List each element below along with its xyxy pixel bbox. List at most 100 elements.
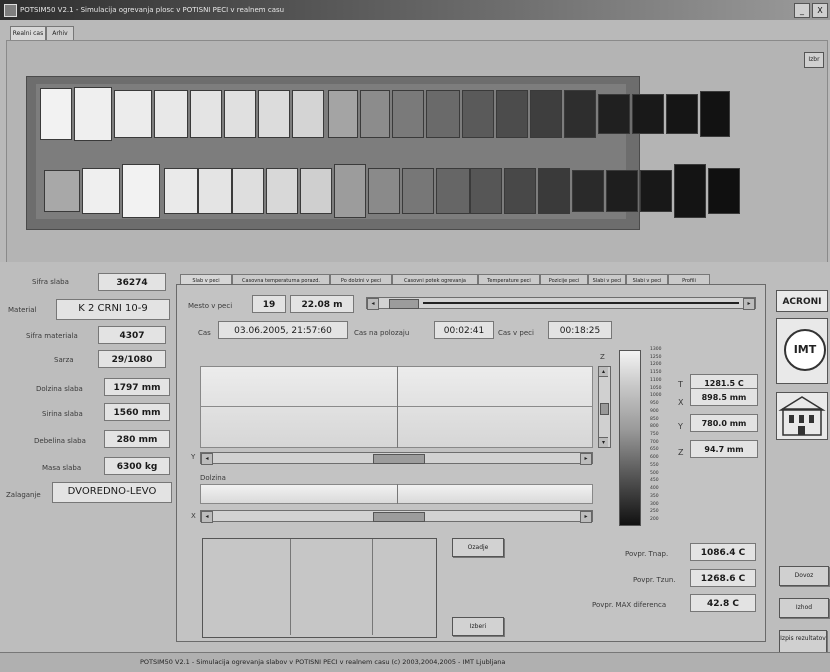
furnace-slab[interactable] <box>640 170 672 212</box>
colorbar-tick: 650 <box>650 447 659 453</box>
colorbar-tick: 1300 <box>650 347 662 352</box>
furnace-slab[interactable] <box>606 170 638 212</box>
slider-track <box>423 302 739 304</box>
furnace-slab[interactable] <box>224 90 256 138</box>
label-t: T <box>678 380 683 389</box>
y-scroll-thumb[interactable] <box>373 454 425 464</box>
label-cas: Cas <box>198 329 211 337</box>
colorbar-tick: 200 <box>650 517 659 522</box>
furnace-slab[interactable] <box>74 87 112 141</box>
furnace-slab[interactable] <box>436 168 470 214</box>
app-icon <box>4 4 17 17</box>
colorbar-tick: 700 <box>650 439 659 445</box>
furnace-slab[interactable] <box>266 168 298 214</box>
furnace-slab[interactable] <box>700 91 730 137</box>
y-scroll-right-icon[interactable]: ▸ <box>580 453 592 465</box>
colorbar-tick: 300 <box>650 501 659 507</box>
furnace-slab[interactable] <box>572 170 604 212</box>
label-x: X <box>678 398 684 407</box>
furnace-slab[interactable] <box>122 164 160 218</box>
furnace-slab[interactable] <box>328 90 358 138</box>
label-sirina-slaba: Sirina slaba <box>42 410 83 418</box>
upper-select-button[interactable]: Izbr <box>804 52 824 68</box>
furnace-slab[interactable] <box>198 168 232 214</box>
x-scrollbar[interactable]: ◂ ▸ <box>200 510 593 523</box>
x-scroll-left-icon[interactable]: ◂ <box>201 511 213 523</box>
building-icon <box>778 396 826 436</box>
furnace-slab[interactable] <box>496 90 528 138</box>
tab-realni-cas[interactable]: Realni cas <box>10 26 46 41</box>
furnace-slab[interactable] <box>666 94 698 134</box>
izhod-button[interactable]: Izhod <box>779 598 829 618</box>
label-povpr-max-diferenca: Povpr. MAX diferenca <box>592 601 667 609</box>
colorbar-tick: 800 <box>650 424 659 430</box>
z-scroll-up-icon[interactable]: ▴ <box>599 367 608 377</box>
minimize-button[interactable]: _ <box>794 3 810 18</box>
furnace-slab[interactable] <box>334 164 366 218</box>
furnace-slab[interactable] <box>426 90 460 138</box>
furnace-slab[interactable] <box>154 90 188 138</box>
z-scrollbar[interactable]: ▴ ▾ <box>598 366 611 448</box>
value-z: 94.7 mm <box>690 440 758 458</box>
slider-right-arrow-icon[interactable]: ▸ <box>743 298 755 310</box>
furnace-slab[interactable] <box>114 90 152 138</box>
colorbar-tick: 350 <box>650 493 659 499</box>
furnace-slab[interactable] <box>392 90 424 138</box>
label-y: Y <box>678 422 683 431</box>
furnace-slab[interactable] <box>300 168 332 214</box>
furnace-slab[interactable] <box>368 168 400 214</box>
furnace-slab[interactable] <box>538 168 570 214</box>
furnace-slab[interactable] <box>232 168 264 214</box>
slider-left-arrow-icon[interactable]: ◂ <box>367 298 379 310</box>
value-sifra-slaba: 36274 <box>98 273 166 291</box>
close-button[interactable]: X <box>812 3 828 18</box>
furnace-slab[interactable] <box>674 164 706 218</box>
colorbar-tick: 1000 <box>650 393 662 399</box>
label-sifra-slaba: Sifra slaba <box>32 278 69 286</box>
colorbar-tick: 950 <box>650 401 659 407</box>
slider-thumb[interactable] <box>389 299 419 309</box>
position-slider[interactable]: ◂ ▸ <box>366 297 756 310</box>
furnace-slab[interactable] <box>82 168 120 214</box>
label-z: Z <box>678 448 684 457</box>
label-sarza: Sarza <box>54 356 74 364</box>
colorbar-tick: 550 <box>650 462 659 468</box>
y-scrollbar[interactable]: ◂ ▸ <box>200 452 593 465</box>
furnace-slab[interactable] <box>44 170 80 212</box>
furnace-slab[interactable] <box>164 168 198 214</box>
value-povpr-tzun: 1268.6 C <box>690 569 756 587</box>
colorbar-tick: 600 <box>650 455 659 461</box>
dovoz-button[interactable]: Dovoz <box>779 566 829 586</box>
tab-arhiv[interactable]: Arhiv <box>46 26 74 40</box>
furnace-slab[interactable] <box>190 90 222 138</box>
furnace-slab[interactable] <box>632 94 664 134</box>
ozadje-button[interactable]: Ozadje <box>452 538 504 557</box>
furnace-slab[interactable] <box>504 168 536 214</box>
z-scroll-down-icon[interactable]: ▾ <box>599 437 608 447</box>
furnace-slab[interactable] <box>292 90 324 138</box>
colorbar-tick: 1050 <box>650 385 662 391</box>
furnace-slab[interactable] <box>462 90 494 138</box>
furnace-slab[interactable] <box>598 94 630 134</box>
label-sifra-materiala: Sifra materiala <box>26 332 78 340</box>
y-scroll-left-icon[interactable]: ◂ <box>201 453 213 465</box>
colorbar-tick: 1150 <box>650 370 662 376</box>
colorbar-tick: 400 <box>650 486 659 492</box>
imt-logo: IMT <box>776 318 828 384</box>
izberi-button[interactable]: Izberi <box>452 617 504 636</box>
furnace-slab[interactable] <box>708 168 740 214</box>
furnace-slab[interactable] <box>530 90 562 138</box>
furnace-slab[interactable] <box>402 168 434 214</box>
x-scroll-right-icon[interactable]: ▸ <box>580 511 592 523</box>
furnace-slab[interactable] <box>40 88 72 140</box>
section-chart <box>202 538 437 638</box>
furnace-slab[interactable] <box>258 90 290 138</box>
furnace-slab[interactable] <box>564 90 596 138</box>
furnace-slab[interactable] <box>470 168 502 214</box>
window-title: POTSIM50 V2.1 - Simulacija ogrevanja plo… <box>20 6 285 14</box>
value-sirina-slaba: 1560 mm <box>104 403 170 421</box>
furnace-slab[interactable] <box>360 90 390 138</box>
x-scroll-thumb[interactable] <box>373 512 425 522</box>
label-masa-slaba: Masa slaba <box>42 464 82 472</box>
z-scroll-thumb[interactable] <box>600 403 609 415</box>
